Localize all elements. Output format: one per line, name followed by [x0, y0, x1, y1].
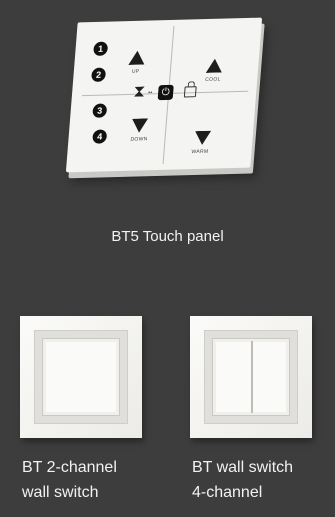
four-channel-switch-image: [190, 316, 312, 438]
touch-panel-caption: BT5 Touch panel: [111, 228, 224, 245]
lock-icon[interactable]: [183, 86, 197, 98]
single-rocker: [42, 338, 120, 416]
up-arrow-icon[interactable]: [128, 51, 145, 65]
zone-3-button[interactable]: 3: [92, 103, 108, 118]
zone-2-button[interactable]: 2: [91, 67, 107, 82]
zone-1-button[interactable]: 1: [93, 41, 109, 56]
cool-arrow-icon[interactable]: [206, 59, 223, 73]
touch-panel: 1 2 3 4 UP DOWN COOL WARM •• ⏻: [65, 17, 263, 173]
warm-arrow-icon[interactable]: [194, 131, 211, 145]
cool-label: COOL: [204, 76, 221, 83]
down-arrow-icon[interactable]: [131, 118, 148, 132]
caption-line-1: BT wall switch: [192, 459, 294, 476]
dots-icon: ••: [147, 90, 153, 97]
scene-icon[interactable]: [134, 87, 145, 97]
two-channel-switch-image: [20, 316, 142, 438]
two-channel-switch-caption: BT 2-channel wall switch: [22, 455, 117, 505]
caption-line-2: 4-channel: [192, 484, 263, 501]
warm-label: WARM: [191, 148, 209, 156]
caption-line-1: BT 2-channel: [22, 459, 117, 476]
up-label: UP: [131, 68, 140, 75]
down-label: DOWN: [130, 136, 148, 143]
touch-panel-image: 1 2 3 4 UP DOWN COOL WARM •• ⏻: [65, 16, 270, 186]
power-icon[interactable]: ⏻: [157, 84, 174, 101]
zone-4-button[interactable]: 4: [92, 129, 108, 144]
four-channel-switch-caption: BT wall switch 4-channel: [192, 455, 293, 505]
caption-line-2: wall switch: [22, 484, 99, 501]
double-rocker: [212, 338, 290, 416]
